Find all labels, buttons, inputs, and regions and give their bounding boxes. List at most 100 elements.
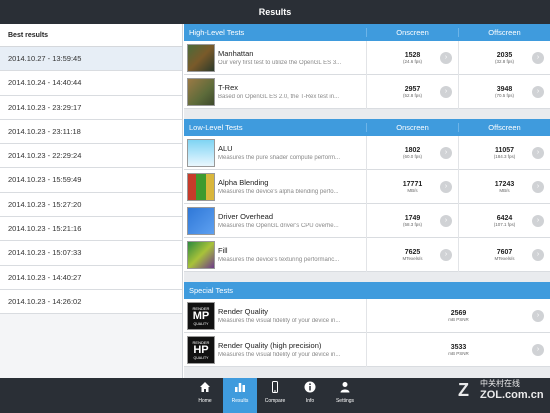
alpha-blending-thumbnail [187,172,215,201]
tab-compare[interactable]: Compare [258,378,292,413]
sidebar-item-result[interactable]: 2014.10.23 - 23:29:17 [0,95,182,120]
sidebar-item-result[interactable]: 2014.10.23 - 14:26:02 [0,289,182,315]
score-unit: mB PSNR [448,350,469,356]
chevron-right-icon[interactable]: › [532,146,544,159]
section-header-special: Special Tests [184,282,550,299]
tab-results[interactable]: Results [223,378,257,413]
sidebar-item-result[interactable]: 2014.10.23 - 22:29:24 [0,144,182,169]
score-unit: (52.8 fps) [402,92,422,98]
test-row-render-quality[interactable]: RENDER MP QUALITY Render Quality Measure… [184,298,550,333]
test-description: Measures the visual fidelity of your dev… [218,352,341,358]
test-name: Manhattan [218,49,254,58]
person-icon [328,378,362,398]
score-unit: (70.5 fps) [494,92,514,98]
sidebar-item-result[interactable]: 2014.10.23 - 15:07:33 [0,241,182,266]
offscreen-score-cell[interactable]: 17243 MB/s › [458,169,550,204]
test-description: Our very first test to utilize the OpenG… [218,60,342,66]
score-unit: (60.0 fps) [402,153,422,159]
tab-label: Info [305,398,315,404]
zol-logo-icon: Z [458,380,469,400]
zol-watermark: Z 中关村在线 ZOL.com.cn [458,376,548,406]
tab-label: Home [198,398,212,404]
chevron-right-icon[interactable]: › [440,180,452,193]
test-row-trex[interactable]: T-Rex Based on OpenGL ES 2.0, the T-Rex … [184,74,550,109]
trex-thumbnail [187,77,215,106]
column-header-offscreen: Offscreen [458,123,550,132]
onscreen-score-cell[interactable]: 17771 MB/s › [366,169,458,204]
sidebar-item-result[interactable]: 2014.10.24 - 14:40:44 [0,71,182,96]
score-unit: MB/s [499,187,510,193]
test-description: Measures the pure shader compute perform… [218,155,341,161]
results-panel: High-Level Tests Onscreen Offscreen Manh… [184,24,550,378]
onscreen-score-cell[interactable]: 1802 (60.0 fps) › [366,135,458,170]
test-name: ALU [218,144,233,153]
chevron-right-icon[interactable]: › [532,309,544,322]
offscreen-score-cell[interactable]: 3948 (70.5 fps) › [458,74,550,109]
sidebar-item-result[interactable]: 2014.10.23 - 15:27:20 [0,192,182,218]
chevron-right-icon[interactable]: › [532,85,544,98]
chevron-right-icon[interactable]: › [440,146,452,159]
score-value: 2957 [404,85,421,93]
sidebar-item-result[interactable]: 2014.10.23 - 15:59:49 [0,168,182,193]
section-title: High-Level Tests [189,28,245,37]
offscreen-score-cell[interactable]: 6424 (107.1 fps) › [458,203,550,238]
info-icon [293,378,327,398]
test-name: T-Rex [218,83,239,92]
score-unit: MB/s [407,187,418,193]
test-row-driver-overhead[interactable]: Driver Overhead Measures the OpenGL driv… [184,203,550,238]
tab-settings[interactable]: Settings [328,378,362,413]
score-value: 17243 [494,180,515,188]
test-description: Measures the visual fidelity of your dev… [218,318,341,324]
page-title: Results [258,7,292,17]
tab-label: Settings [335,398,355,404]
sidebar-item-result[interactable]: 2014.10.23 - 23:11:18 [0,119,182,145]
render-quality-hp-badge: RENDER HP QUALITY [187,335,215,364]
bar-chart-icon [223,378,257,398]
sidebar-item-result[interactable]: 2014.10.23 - 15:21:16 [0,217,182,242]
score-value: 7625 [404,248,421,256]
chevron-right-icon[interactable]: › [440,248,452,261]
chevron-right-icon[interactable]: › [532,343,544,356]
test-row-alu[interactable]: ALU Measures the pure shader compute per… [184,135,550,170]
sidebar-item-result[interactable]: 2014.10.23 - 14:40:27 [0,265,182,290]
score-cell[interactable]: 3533 mB PSNR › [366,332,550,367]
section-title: Low-Level Tests [189,123,243,132]
onscreen-score-cell[interactable]: 1749 (58.3 fps) › [366,203,458,238]
sidebar-item-result[interactable]: 2014.10.27 - 13:59:45 [0,47,182,72]
score-value: 1528 [404,51,421,59]
score-unit: (58.3 fps) [402,221,422,227]
render-quality-mp-badge: RENDER MP QUALITY [187,301,215,330]
watermark-url: ZOL.com.cn [480,389,544,401]
test-description: Measures the OpenGL driver's CPU overhe.… [218,223,339,229]
chevron-right-icon[interactable]: › [440,85,452,98]
chevron-right-icon[interactable]: › [532,180,544,193]
section-header-low-level: Low-Level Tests Onscreen Offscreen [184,119,550,136]
onscreen-score-cell[interactable]: 7625 MTexels/s › [366,237,458,272]
test-row-manhattan[interactable]: Manhattan Our very first test to utilize… [184,40,550,75]
score-cell[interactable]: 2569 mB PSNR › [366,298,550,333]
tab-label: Results [231,398,249,404]
tab-home[interactable]: Home [188,378,222,413]
offscreen-score-cell[interactable]: 2035 (32.8 fps) › [458,40,550,75]
chevron-right-icon[interactable]: › [532,214,544,227]
test-row-alpha-blending[interactable]: Alpha Blending Measures the device's alp… [184,169,550,204]
test-name: Render Quality (high precision) [218,341,322,350]
onscreen-score-cell[interactable]: 2957 (52.8 fps) › [366,74,458,109]
results-sidebar: Best results 2014.10.27 - 13:59:45 2014.… [0,24,183,378]
tab-info[interactable]: Info [293,378,327,413]
test-row-render-quality-hp[interactable]: RENDER HP QUALITY Render Quality (high p… [184,332,550,367]
offscreen-score-cell[interactable]: 11057 (184.3 fps) › [458,135,550,170]
offscreen-score-cell[interactable]: 7607 MTexels/s › [458,237,550,272]
test-row-fill[interactable]: Fill Measures the device's texturing per… [184,237,550,272]
chevron-right-icon[interactable]: › [532,248,544,261]
onscreen-score-cell[interactable]: 1528 (24.6 fps) › [366,40,458,75]
score-value: 3948 [496,85,513,93]
chevron-right-icon[interactable]: › [440,51,452,64]
phone-icon [258,378,292,398]
sidebar-header: Best results [0,24,182,47]
score-unit: (107.1 fps) [493,221,516,227]
chevron-right-icon[interactable]: › [440,214,452,227]
test-name: Alpha Blending [218,178,269,187]
chevron-right-icon[interactable]: › [532,51,544,64]
test-name: Driver Overhead [218,212,274,221]
